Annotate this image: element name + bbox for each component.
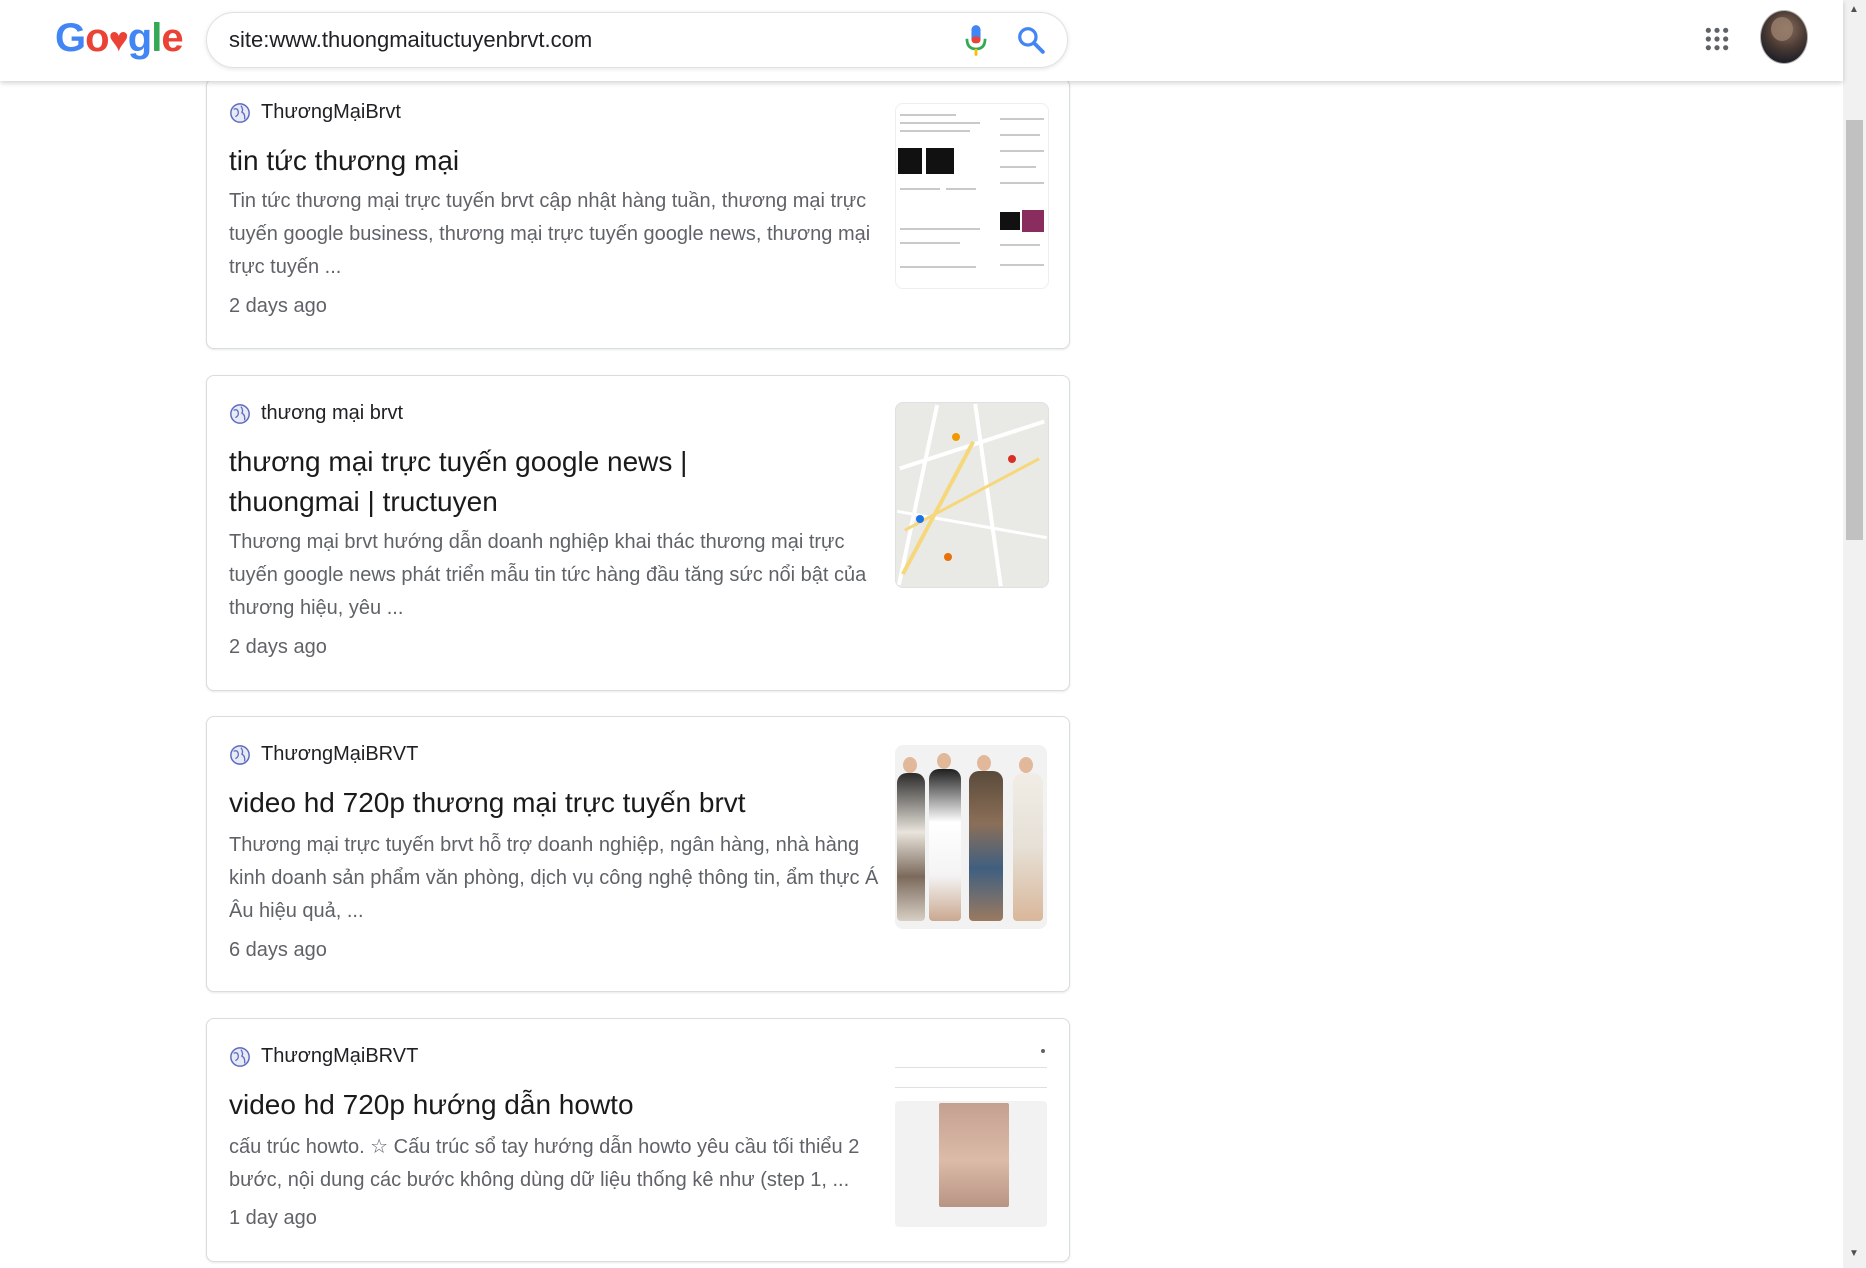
logo-letter: G: [55, 16, 86, 60]
result-thumbnail[interactable]: [895, 745, 1047, 929]
logo-letter: l: [151, 16, 162, 60]
result-date: 1 day ago: [229, 1207, 317, 1229]
search-box[interactable]: [206, 12, 1068, 68]
result-card: thương mại brvt thương mại trực tuyến go…: [206, 375, 1070, 691]
result-snippet: Thương mại trực tuyến brvt hỗ trợ doanh …: [229, 834, 879, 922]
result-card: ThươngMạiBrvt tin tức thương mại Tin tức…: [206, 78, 1070, 349]
result-title[interactable]: thương mại trực tuyến google news | thuo…: [229, 442, 789, 522]
result-snippet: cấu trúc howto. ☆ Cấu trúc sổ tay hướng …: [229, 1136, 860, 1191]
result-site-name: ThươngMạiBRVT: [261, 743, 419, 765]
logo-heart: ♥: [108, 21, 129, 59]
scroll-down-arrow[interactable]: ▼: [1849, 1248, 1859, 1259]
scrollbar[interactable]: ▲ ▼: [1843, 0, 1866, 1268]
globe-icon: [230, 403, 250, 424]
result-date: 2 days ago: [229, 295, 327, 317]
result-snippet: Thương mại brvt hướng dẫn doanh nghiệp k…: [229, 531, 867, 619]
globe-icon: [230, 102, 250, 123]
result-site[interactable]: ThươngMạiBRVT: [229, 743, 418, 766]
result-snippet: Tin tức thương mại trực tuyến brvt cập n…: [229, 190, 871, 278]
search-input[interactable]: [227, 23, 951, 57]
avatar[interactable]: [1760, 10, 1808, 64]
apps-icon[interactable]: [1704, 26, 1730, 52]
result-title[interactable]: video hd 720p hướng dẫn howto: [229, 1085, 789, 1125]
result-thumbnail[interactable]: [895, 103, 1049, 289]
scroll-up-arrow[interactable]: ▲: [1849, 4, 1859, 15]
logo-letter: e: [161, 16, 183, 60]
result-site-name: ThươngMạiBRVT: [261, 1045, 419, 1067]
search-icon[interactable]: [1016, 25, 1046, 55]
result-card: ThươngMạiBRVT video hd 720p thương mại t…: [206, 716, 1070, 992]
google-logo[interactable]: Go♥gle: [55, 14, 184, 64]
scrollbar-thumb[interactable]: [1846, 120, 1863, 540]
globe-icon: [230, 1046, 250, 1067]
result-site[interactable]: ThươngMạiBRVT: [229, 1045, 418, 1068]
result-thumbnail[interactable]: [895, 1047, 1047, 1231]
result-date: 6 days ago: [229, 939, 327, 961]
result-thumbnail[interactable]: [895, 402, 1049, 588]
result-title[interactable]: video hd 720p thương mại trực tuyến brvt: [229, 783, 869, 823]
result-site[interactable]: thương mại brvt: [229, 402, 403, 425]
mic-icon[interactable]: [962, 24, 990, 58]
globe-icon: [230, 744, 250, 765]
result-date: 2 days ago: [229, 636, 327, 658]
result-title[interactable]: tin tức thương mại: [229, 141, 789, 181]
top-bar: Go♥gle: [0, 0, 1843, 81]
result-site-name: thương mại brvt: [261, 402, 404, 424]
result-site[interactable]: ThươngMạiBrvt: [229, 101, 401, 124]
result-card: ThươngMạiBRVT video hd 720p hướng dẫn ho…: [206, 1018, 1070, 1262]
result-site-name: ThươngMạiBrvt: [261, 101, 401, 123]
logo-letter: o: [85, 16, 109, 60]
logo-letter: g: [127, 16, 152, 60]
